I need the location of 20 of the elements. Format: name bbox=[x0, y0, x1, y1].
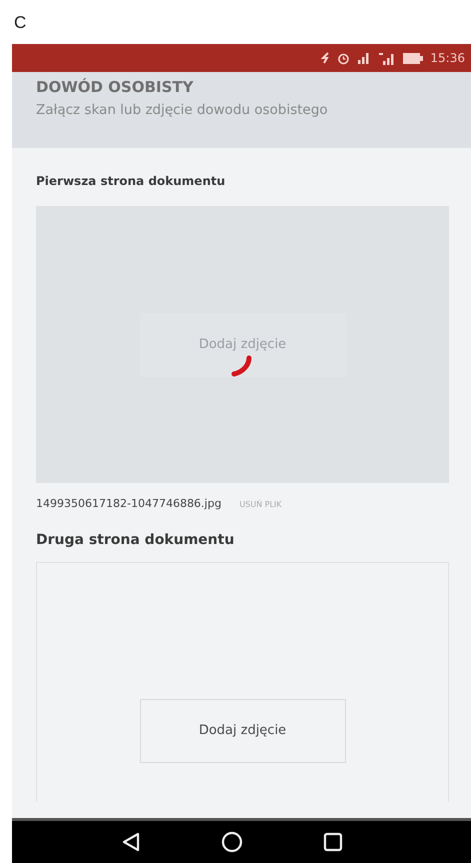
figure-label: C bbox=[14, 13, 26, 33]
recent-apps-icon[interactable] bbox=[322, 832, 342, 852]
signal-icon bbox=[357, 52, 372, 64]
battery-icon bbox=[403, 52, 424, 64]
alarm-clock-icon bbox=[337, 52, 350, 64]
loading-spinner-icon bbox=[228, 354, 252, 378]
photo-drop-area[interactable]: Dodaj zdjęcie bbox=[36, 562, 449, 802]
remove-file-link[interactable]: USUŃ PLIK bbox=[239, 500, 282, 509]
photo-drop-area[interactable]: Dodaj zdjęcie bbox=[36, 206, 449, 483]
page-title: DOWÓD OSOBISTY bbox=[36, 78, 194, 96]
notification-icon bbox=[321, 52, 330, 64]
signal-icon bbox=[378, 52, 396, 64]
home-icon[interactable] bbox=[220, 831, 242, 853]
clock-time: 15:36 bbox=[430, 51, 465, 65]
section-label: Pierwsza strona dokumentu bbox=[36, 173, 226, 190]
add-photo-button[interactable]: Dodaj zdjęcie bbox=[140, 698, 346, 762]
back-icon[interactable] bbox=[120, 832, 140, 852]
page-subtitle: Załącz skan lub zdjęcie dowodu osobistego bbox=[36, 102, 329, 118]
section-label: Druga strona dokumentu bbox=[36, 531, 236, 550]
file-name: 1499350617182-1047746886.jpg bbox=[36, 497, 222, 510]
